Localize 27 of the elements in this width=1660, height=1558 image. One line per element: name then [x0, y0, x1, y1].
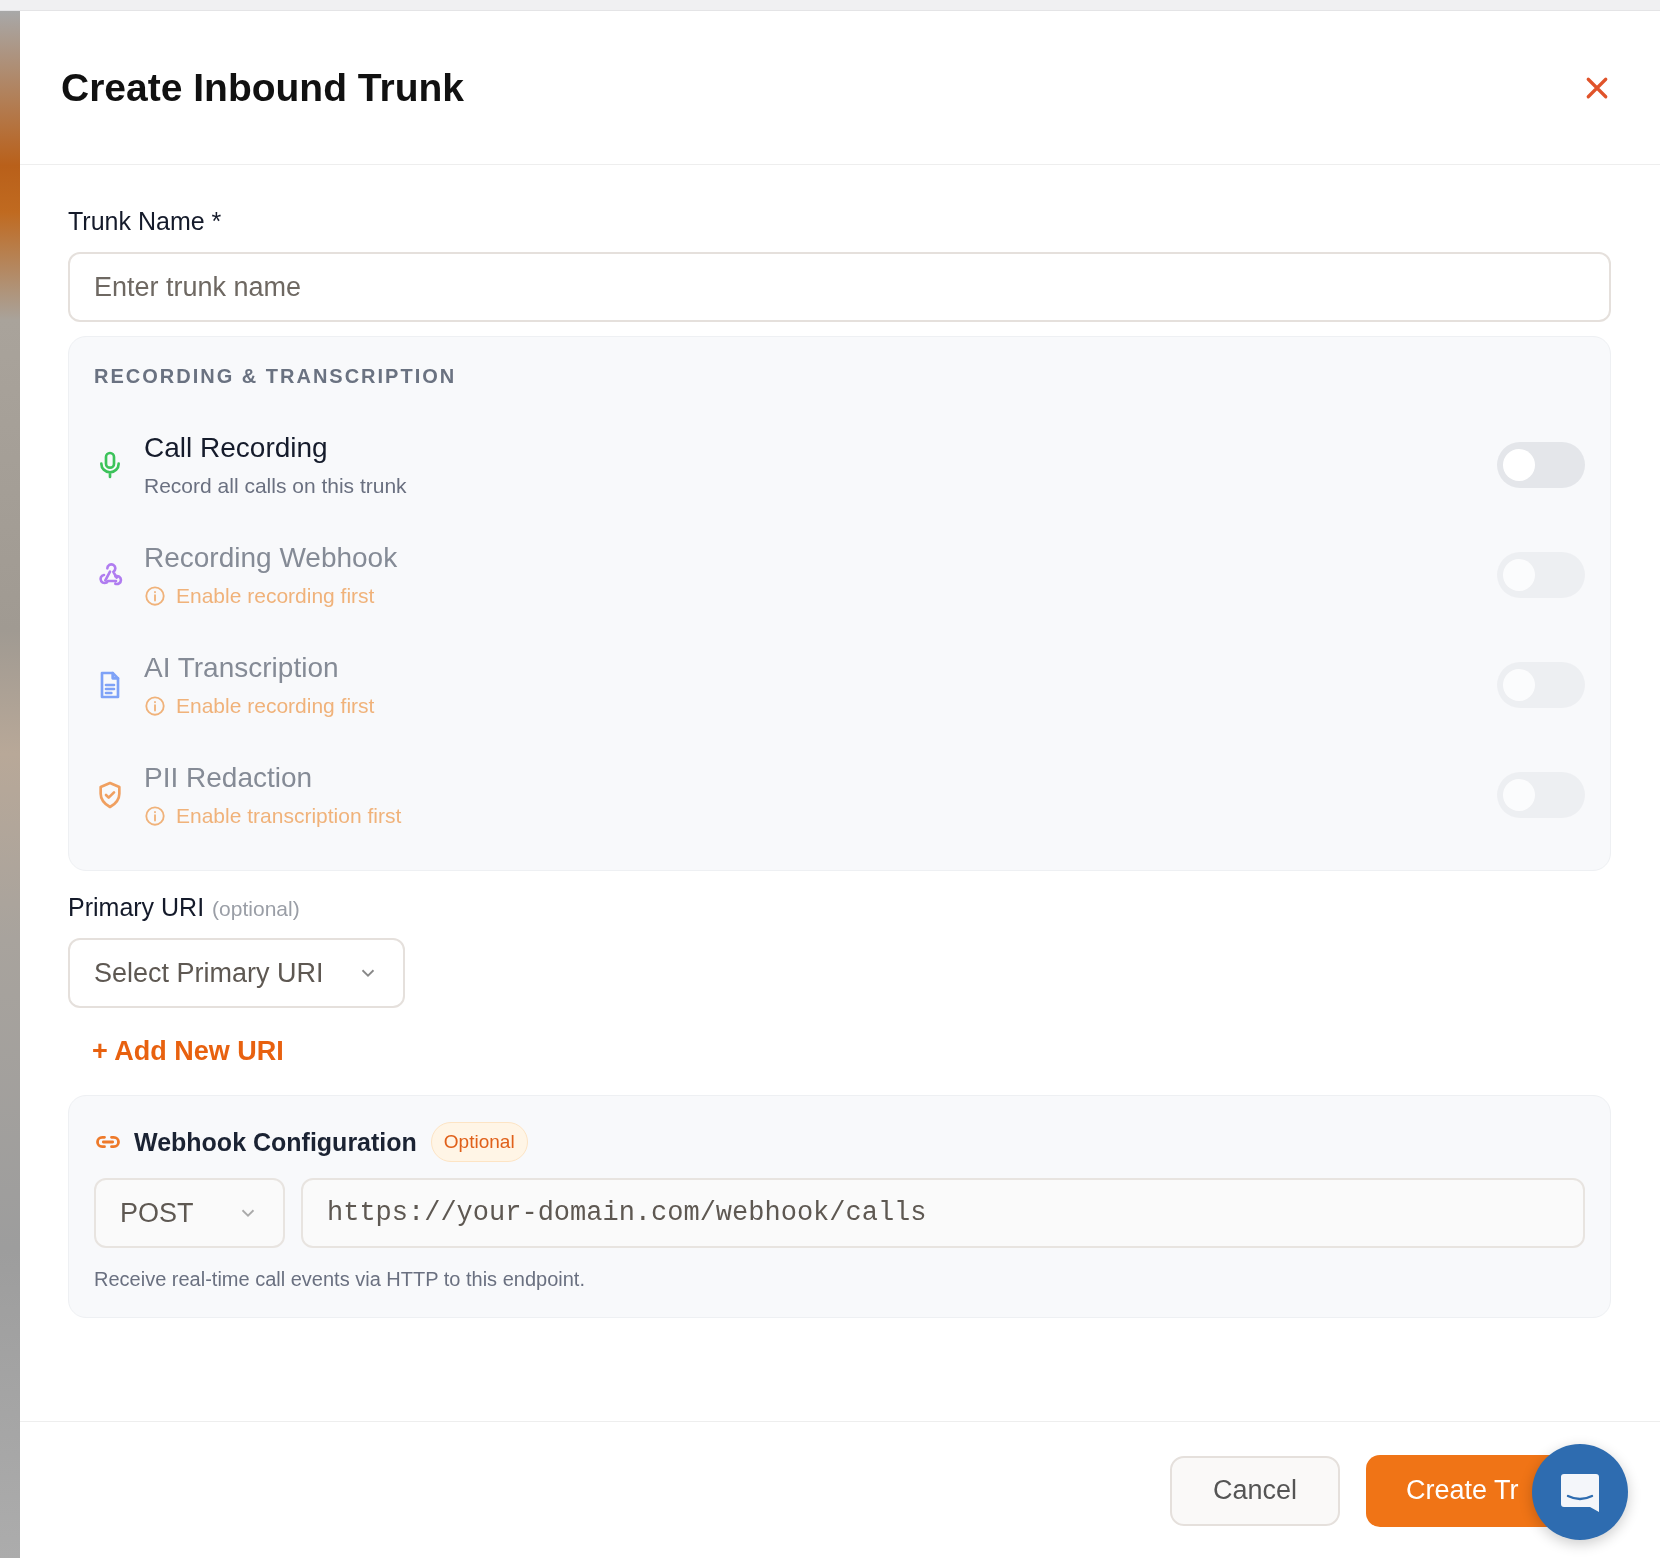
setting-note: Enable recording first — [176, 584, 375, 608]
setting-note: Enable recording first — [176, 694, 375, 718]
setting-title: Call Recording — [144, 432, 329, 464]
info-icon — [144, 585, 166, 607]
section-title: Webhook Configuration — [134, 1127, 417, 1157]
chat-launcher-overlay[interactable] — [1532, 1444, 1628, 1540]
optional-hint: (optional) — [212, 897, 300, 921]
optional-badge: Optional — [430, 1122, 528, 1162]
trunk-name-field[interactable]: Enter trunk name — [68, 252, 1611, 322]
info-icon — [144, 695, 166, 717]
method-select[interactable]: POST — [94, 1178, 285, 1248]
setting-note: Enable transcription first — [176, 804, 402, 828]
field-label: Trunk Name * — [68, 207, 223, 236]
dialog-title: Create Inbound Trunk — [61, 65, 465, 110]
setting-description: Record all calls on this trunk — [144, 474, 408, 498]
setting-title: Recording Webhook — [144, 542, 399, 574]
setting-title: PII Redaction — [144, 762, 314, 794]
add-uri-link[interactable]: + Add New URI — [92, 1036, 284, 1067]
field-label: Primary URI — [68, 893, 205, 922]
webhook-url-field[interactable]: https://your-domain.com/webhook/calls — [301, 1178, 1585, 1248]
section-heading: RECORDING & TRANSCRIPTION — [94, 365, 458, 388]
primary-uri-select[interactable]: Select Primary URI — [68, 938, 405, 1008]
info-icon — [144, 805, 166, 827]
cancel-button[interactable]: Cancel — [1170, 1455, 1340, 1526]
toggle-switch[interactable] — [1497, 442, 1585, 488]
setting-title: AI Transcription — [144, 652, 340, 684]
help-text: Receive real-time call events via HTTP to this endpoint. — [94, 1268, 586, 1291]
